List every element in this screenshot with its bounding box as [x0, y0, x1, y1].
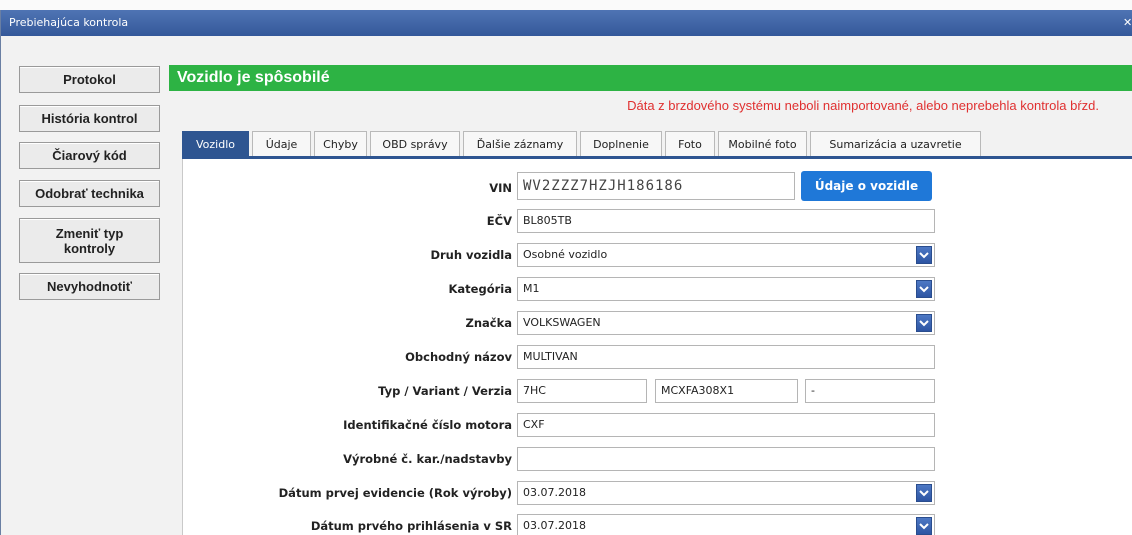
brake-data-warning: Dáta z brzdového systému neboli naimport…	[627, 98, 1099, 113]
typ-field[interactable]: 7HC	[517, 379, 647, 403]
prve-prihlasenie-select[interactable]: 03.07.2018	[517, 514, 935, 535]
kategoria-label: Kategória	[448, 282, 512, 296]
tab-vozidlo[interactable]: Vozidlo	[182, 131, 249, 156]
prva-evidencia-value: 03.07.2018	[523, 486, 586, 499]
kategoria-select[interactable]: M1	[517, 277, 935, 301]
odobrat-technika-button[interactable]: Odobrať technika	[19, 180, 160, 207]
vin-label: VIN	[489, 181, 512, 195]
tab-foto[interactable]: Foto	[665, 131, 715, 156]
druh-vozidla-select[interactable]: Osobné vozidlo	[517, 243, 935, 267]
tab-doplnenie[interactable]: Doplnenie	[580, 131, 662, 156]
tab-dalsie-zaznamy[interactable]: Ďalšie záznamy	[463, 131, 577, 156]
chevron-down-icon[interactable]	[916, 484, 932, 502]
vin-field[interactable]: WV2ZZZ7HZJH186186	[517, 172, 795, 200]
page: Prebiehajúca kontrola ✕ Protokol Históri…	[0, 0, 1132, 535]
close-icon[interactable]: ✕	[1123, 10, 1132, 36]
motor-id-field[interactable]: CXF	[517, 413, 935, 437]
tab-mobilne-foto[interactable]: Mobilné foto	[718, 131, 807, 156]
obchodny-nazov-label: Obchodný názov	[405, 350, 512, 364]
tab-udaje[interactable]: Údaje	[252, 131, 311, 156]
obchodny-nazov-field[interactable]: MULTIVAN	[517, 345, 935, 369]
window-titlebar[interactable]: Prebiehajúca kontrola ✕	[1, 10, 1132, 36]
prve-prihlasenie-value: 03.07.2018	[523, 519, 586, 532]
prva-evidencia-label: Dátum prvej evidencie (Rok výroby)	[278, 486, 512, 500]
ecv-label: EČV	[486, 214, 512, 228]
tab-bar: Vozidlo Údaje Chyby OBD správy Ďalšie zá…	[182, 131, 984, 156]
chevron-down-icon[interactable]	[916, 280, 932, 298]
vehicle-data-button[interactable]: Údaje o vozidle	[801, 171, 932, 201]
status-banner: Vozidlo je spôsobilé	[169, 65, 1132, 91]
main-area: Vozidlo je spôsobilé Dáta z brzdového sy…	[169, 65, 1132, 535]
vehicle-form-panel: VIN WV2ZZZ7HZJH186186 Údaje o vozidle EČ…	[182, 159, 1132, 535]
karoseria-field[interactable]	[517, 447, 935, 471]
ecv-field[interactable]: BL805TB	[517, 209, 935, 233]
prva-evidencia-select[interactable]: 03.07.2018	[517, 481, 935, 505]
historia-kontrol-button[interactable]: História kontrol	[19, 105, 160, 132]
karoseria-label: Výrobné č. kar./nadstavby	[343, 452, 512, 466]
zmenit-typ-kontroly-button[interactable]: Zmeniť typ kontroly	[19, 218, 160, 263]
tab-sumarizacia[interactable]: Sumarizácia a uzavretie	[810, 131, 981, 156]
tab-obd-spravy[interactable]: OBD správy	[370, 131, 460, 156]
tab-chyby[interactable]: Chyby	[314, 131, 367, 156]
chevron-down-icon[interactable]	[916, 246, 932, 264]
znacka-label: Značka	[465, 316, 512, 330]
nevyhodnotit-button[interactable]: Nevyhodnotiť	[19, 273, 160, 300]
druh-vozidla-value: Osobné vozidlo	[523, 248, 608, 261]
variant-field[interactable]: MCXFA308X1	[655, 379, 798, 403]
chevron-down-icon[interactable]	[916, 314, 932, 332]
typ-variant-verzia-label: Typ / Variant / Verzia	[378, 384, 512, 398]
chevron-down-icon[interactable]	[916, 517, 932, 535]
dialog-window: Prebiehajúca kontrola ✕ Protokol Históri…	[0, 10, 1132, 535]
znacka-select[interactable]: VOLKSWAGEN	[517, 311, 935, 335]
verzia-field[interactable]: -	[805, 379, 935, 403]
ciarovy-kod-button[interactable]: Čiarový kód	[19, 142, 160, 169]
motor-id-label: Identifikačné číslo motora	[343, 418, 512, 432]
protokol-button[interactable]: Protokol	[19, 66, 160, 93]
window-title: Prebiehajúca kontrola	[9, 16, 129, 29]
druh-vozidla-label: Druh vozidla	[430, 248, 512, 262]
znacka-value: VOLKSWAGEN	[523, 316, 601, 329]
kategoria-value: M1	[523, 282, 540, 295]
prve-prihlasenie-label: Dátum prvého prihlásenia v SR	[310, 519, 512, 533]
